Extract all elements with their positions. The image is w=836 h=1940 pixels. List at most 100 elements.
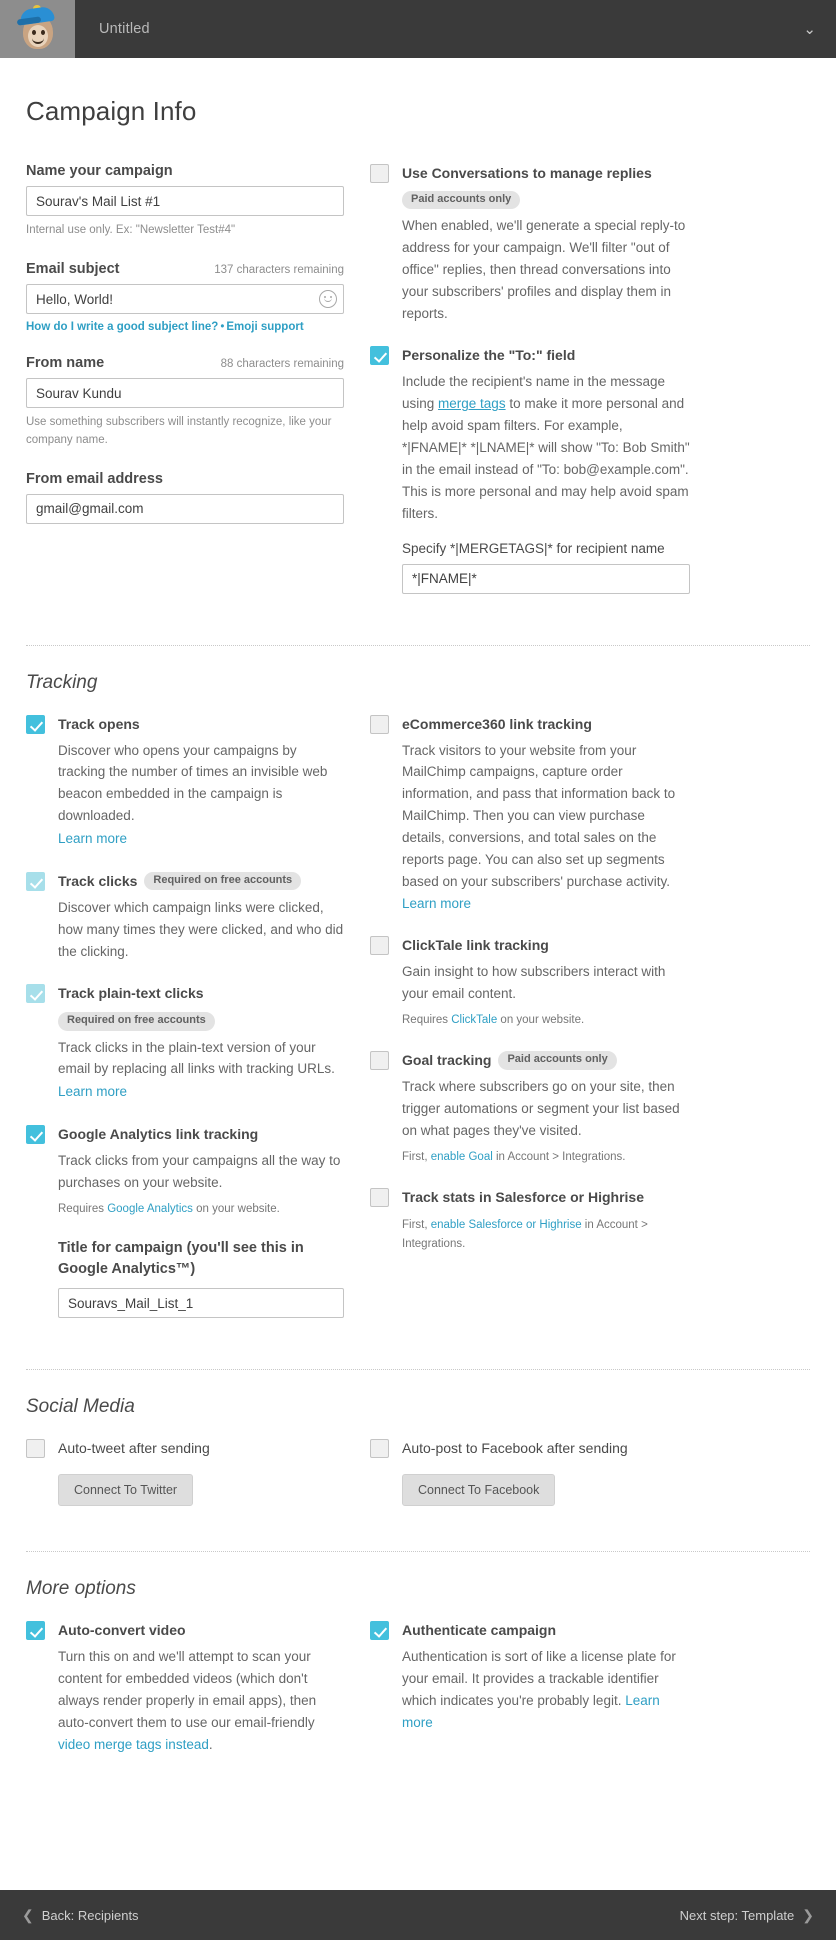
next-label: Next step: Template xyxy=(679,1907,795,1923)
auto-post-facebook-checkbox[interactable] xyxy=(370,1439,389,1459)
video-merge-tags-link[interactable]: video merge tags instead xyxy=(58,1737,209,1752)
campaign-fields-column: Name your campaign Internal use only. Ex… xyxy=(26,163,344,546)
goal-requires-prefix: First, xyxy=(402,1151,431,1164)
salesforce-requires-prefix: First, xyxy=(402,1219,431,1232)
auto-convert-video-checkbox[interactable] xyxy=(26,1621,45,1641)
track-opens-option: Track opens Discover who opens your camp… xyxy=(26,714,344,850)
ecommerce360-description: Track visitors to your website from your… xyxy=(402,740,690,915)
from-email-input[interactable] xyxy=(26,493,344,524)
auto-convert-column: Auto-convert video Turn this on and we'l… xyxy=(26,1620,344,1776)
enable-goal-link[interactable]: enable Goal xyxy=(431,1151,493,1163)
goal-tracking-label: Goal tracking xyxy=(402,1052,492,1069)
auto-tweet-checkbox[interactable] xyxy=(26,1439,45,1459)
emoji-support-link[interactable]: Emoji support xyxy=(226,321,303,333)
email-subject-input[interactable] xyxy=(26,284,344,315)
mergetag-label: Specify *|MERGETAGS|* for recipient name xyxy=(402,540,665,556)
ecommerce360-learn-more-link[interactable]: Learn more xyxy=(402,896,471,911)
from-name-input[interactable] xyxy=(26,378,344,409)
track-clicks-checkbox[interactable] xyxy=(26,871,45,891)
personalize-to-description: Include the recipient's name in the mess… xyxy=(402,371,690,524)
clicktale-requires-suffix: on your website. xyxy=(497,1014,585,1027)
back-label: Back: Recipients xyxy=(41,1907,139,1923)
chevron-down-icon[interactable]: ⌄ xyxy=(803,0,836,58)
back-to-recipients-button[interactable]: ❮ Back: Recipients xyxy=(22,1907,139,1924)
salesforce-highrise-checkbox[interactable] xyxy=(370,1188,389,1208)
track-plain-text-clicks-checkbox[interactable] xyxy=(26,984,45,1004)
tracking-heading: Tracking xyxy=(26,671,98,693)
tracking-left-column: Track opens Discover who opens your camp… xyxy=(26,714,344,1340)
personalize-to-label: Personalize the "To:" field xyxy=(402,347,576,364)
more-options-divider xyxy=(26,1551,810,1553)
freddie-chimp-icon xyxy=(16,5,60,53)
auto-convert-video-option: Auto-convert video Turn this on and we'l… xyxy=(26,1620,344,1755)
track-plain-text-clicks-badge: Required on free accounts xyxy=(58,1012,215,1031)
more-options-heading: More options xyxy=(26,1578,136,1600)
personalize-to-checkbox[interactable] xyxy=(370,346,389,366)
conversations-badge: Paid accounts only xyxy=(402,191,521,210)
google-analytics-requires: Requires Google Analytics on your websit… xyxy=(58,1200,344,1218)
clicktale-label: ClickTale link tracking xyxy=(402,937,549,954)
goal-tracking-badge: Paid accounts only xyxy=(498,1051,617,1070)
next-step-template-button[interactable]: Next step: Template ❯ xyxy=(680,1907,814,1924)
connect-to-facebook-button[interactable]: Connect To Facebook xyxy=(402,1474,556,1507)
tracking-right-column: eCommerce360 link tracking Track visitor… xyxy=(370,714,690,1275)
authenticate-campaign-description: Authentication is sort of like a license… xyxy=(402,1646,690,1733)
goal-tracking-option: Goal tracking Paid accounts only Track w… xyxy=(370,1050,690,1166)
subject-help-links: How do I write a good subject line? • Emoj… xyxy=(26,321,344,333)
track-opens-label: Track opens xyxy=(58,715,140,732)
subject-line-help-link[interactable]: How do I write a good subject line? xyxy=(26,321,218,333)
ga-campaign-title-input[interactable] xyxy=(58,1288,344,1319)
campaign-name-input[interactable] xyxy=(26,186,344,216)
campaign-title: Untitled xyxy=(99,21,150,37)
authenticate-column: Authenticate campaign Authentication is … xyxy=(370,1620,690,1754)
campaign-info-columns: Name your campaign Internal use only. Ex… xyxy=(26,163,810,615)
ecommerce360-label: eCommerce360 link tracking xyxy=(402,715,592,732)
from-name-helper: Use something subscribers will instantly… xyxy=(26,416,332,446)
conversations-checkbox[interactable] xyxy=(370,164,389,183)
ga-requires-suffix: on your website. xyxy=(192,1202,280,1215)
page-body: Campaign Info Name your campaign Interna… xyxy=(0,96,836,1837)
track-clicks-badge: Required on free accounts xyxy=(144,871,302,890)
track-opens-description: Discover who opens your campaigns by tra… xyxy=(58,742,328,824)
conversations-label: Use Conversations to manage replies xyxy=(402,165,652,181)
plain-text-learn-more-link[interactable]: Learn more xyxy=(58,1084,127,1099)
connect-to-twitter-button[interactable]: Connect To Twitter xyxy=(58,1474,194,1507)
personalize-to-option: Personalize the "To:" field Include the … xyxy=(370,345,690,594)
mailchimp-logo[interactable] xyxy=(0,0,75,58)
ga-campaign-title-label: Title for campaign (you'll see this in G… xyxy=(58,1240,304,1278)
track-plain-text-clicks-option: Track plain-text clicks Required on free… xyxy=(26,983,344,1103)
track-opens-checkbox[interactable] xyxy=(26,714,45,734)
clicktale-description: Gain insight to how subscribers interact… xyxy=(402,964,666,1002)
from-email-field: From email address xyxy=(26,471,344,524)
mergetag-input[interactable] xyxy=(402,563,690,594)
mergetag-field: Specify *|MERGETAGS|* for recipient name xyxy=(402,541,690,594)
twitter-column: Auto-tweet after sending Connect To Twit… xyxy=(26,1438,344,1521)
google-analytics-label: Google Analytics link tracking xyxy=(58,1126,259,1143)
facebook-column: Auto-post to Facebook after sending Conn… xyxy=(370,1438,690,1521)
track-clicks-label: Track clicks xyxy=(58,872,138,889)
goal-tracking-checkbox[interactable] xyxy=(370,1051,389,1071)
email-subject-field: Email subject 137 characters remaining H… xyxy=(26,261,344,333)
bottom-spacer xyxy=(26,1777,810,1837)
goal-tracking-requires: First, enable Goal in Account > Integrat… xyxy=(402,1148,690,1166)
salesforce-highrise-option: Track stats in Salesforce or Highrise Fi… xyxy=(370,1187,690,1253)
merge-tags-link[interactable]: merge tags xyxy=(438,396,506,411)
authenticate-campaign-checkbox[interactable] xyxy=(370,1621,389,1641)
auto-convert-video-description: Turn this on and we'll attempt to scan y… xyxy=(58,1646,344,1755)
page-title: Campaign Info xyxy=(26,96,197,126)
track-opens-learn-more-link[interactable]: Learn more xyxy=(58,831,127,846)
goal-tracking-description: Track where subscribers go on your site,… xyxy=(402,1079,680,1139)
google-analytics-link[interactable]: Google Analytics xyxy=(107,1203,193,1215)
auto-post-facebook-label: Auto-post to Facebook after sending xyxy=(402,1440,628,1457)
auto-convert-video-label: Auto-convert video xyxy=(58,1622,186,1639)
enable-salesforce-highrise-link[interactable]: enable Salesforce or Highrise xyxy=(431,1219,582,1231)
ecommerce360-checkbox[interactable] xyxy=(370,714,389,734)
clicktale-requires-prefix: Requires xyxy=(402,1014,452,1027)
google-analytics-checkbox[interactable] xyxy=(26,1125,45,1145)
track-plain-text-clicks-label: Track plain-text clicks xyxy=(58,985,204,1002)
top-bar-spacer xyxy=(150,0,804,58)
from-name-label: From name xyxy=(26,355,105,372)
auto-post-facebook-option: Auto-post to Facebook after sending Conn… xyxy=(370,1438,690,1507)
clicktale-link[interactable]: ClickTale xyxy=(451,1014,497,1026)
clicktale-checkbox[interactable] xyxy=(370,936,389,956)
